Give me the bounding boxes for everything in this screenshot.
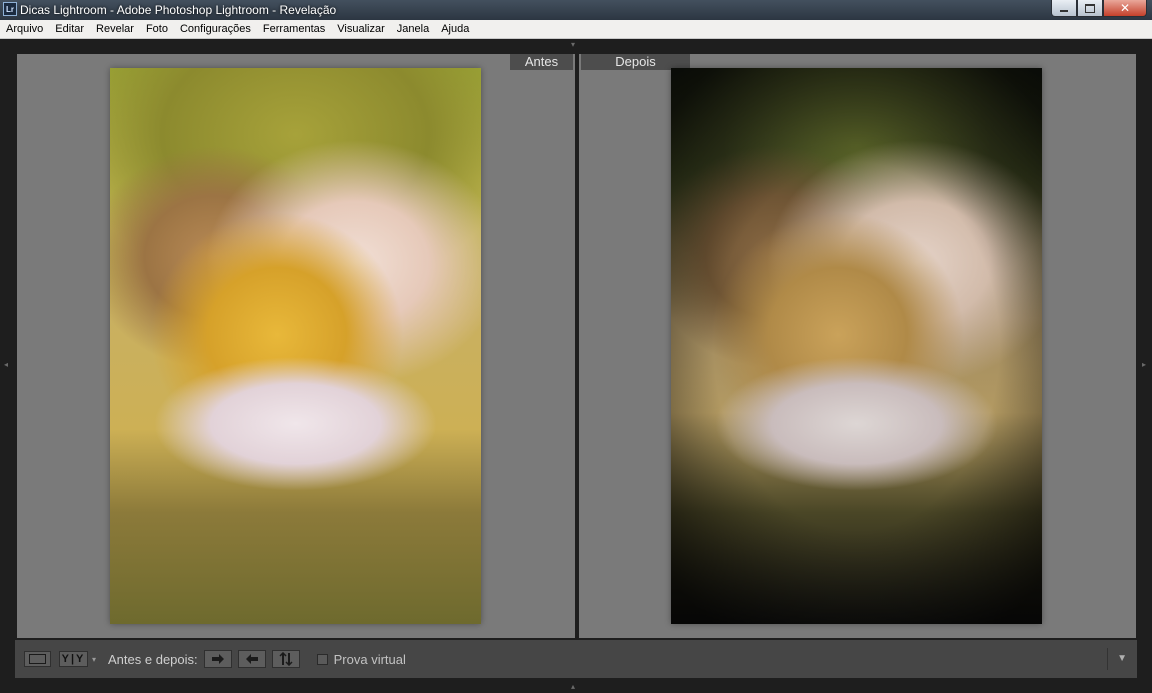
window-title: Dicas Lightroom - Adobe Photoshop Lightr…	[20, 3, 337, 17]
menu-configuracoes[interactable]: Configurações	[174, 23, 257, 35]
after-photo[interactable]	[671, 68, 1042, 624]
menu-ferramentas[interactable]: Ferramentas	[257, 23, 331, 35]
window-controls: ✕	[1051, 0, 1147, 17]
menu-janela[interactable]: Janela	[391, 23, 435, 35]
swap-before-after-button[interactable]	[271, 650, 300, 668]
copy-before-to-after-icon	[211, 654, 224, 664]
minimize-button[interactable]	[1051, 0, 1077, 17]
soft-proof-checkbox[interactable]	[316, 653, 328, 665]
before-after-label: Antes e depois:	[108, 651, 198, 667]
menu-revelar[interactable]: Revelar	[90, 23, 140, 35]
toolbar-divider	[1107, 648, 1108, 670]
copy-before-to-after-button[interactable]	[203, 650, 232, 668]
close-icon: ✕	[1119, 1, 1131, 15]
copy-after-to-before-icon	[245, 654, 258, 664]
loupe-view-icon	[29, 654, 46, 664]
after-pane: Depois	[579, 54, 1136, 638]
before-label: Antes	[510, 54, 573, 70]
before-pane: Antes	[17, 54, 575, 638]
left-panel-toggle-icon[interactable]: ◂	[4, 361, 8, 369]
before-photo[interactable]	[110, 68, 481, 624]
close-button[interactable]: ✕	[1103, 0, 1147, 17]
menu-ajuda[interactable]: Ajuda	[435, 23, 475, 35]
view-mode-dropdown-icon[interactable]: ▾	[92, 655, 96, 664]
soft-proof-label: Prova virtual	[333, 651, 406, 667]
menu-editar[interactable]: Editar	[49, 23, 90, 35]
bottom-panel-toggle-icon[interactable]: ▴	[571, 683, 575, 691]
loupe-view-button[interactable]	[24, 651, 51, 667]
before-after-view-button[interactable]: Y|Y	[59, 651, 88, 667]
maximize-icon	[1085, 3, 1095, 13]
swap-before-after-icon	[279, 652, 293, 666]
lightroom-logo-icon: Lr	[3, 2, 17, 16]
bottom-toolbar: Y|Y ▾ Antes e depois: Prova virtual ▼	[15, 640, 1137, 678]
window-title-bar: Lr Dicas Lightroom - Adobe Photoshop Lig…	[0, 0, 1152, 20]
menu-arquivo[interactable]: Arquivo	[0, 23, 49, 35]
toolbar-menu-icon[interactable]: ▼	[1117, 653, 1127, 664]
menu-foto[interactable]: Foto	[140, 23, 174, 35]
minimize-icon	[1060, 10, 1068, 12]
develop-workspace: ▾ ◂ ▸ Antes Depois Y|Y ▾ Antes e depois:	[0, 39, 1152, 693]
menu-visualizar[interactable]: Visualizar	[331, 23, 391, 35]
copy-after-to-before-button[interactable]	[237, 650, 266, 668]
maximize-button[interactable]	[1077, 0, 1103, 17]
menu-bar: Arquivo Editar Revelar Foto Configuraçõe…	[0, 20, 1152, 39]
right-panel-toggle-icon[interactable]: ▸	[1142, 361, 1146, 369]
top-panel-toggle-icon[interactable]: ▾	[571, 41, 575, 49]
